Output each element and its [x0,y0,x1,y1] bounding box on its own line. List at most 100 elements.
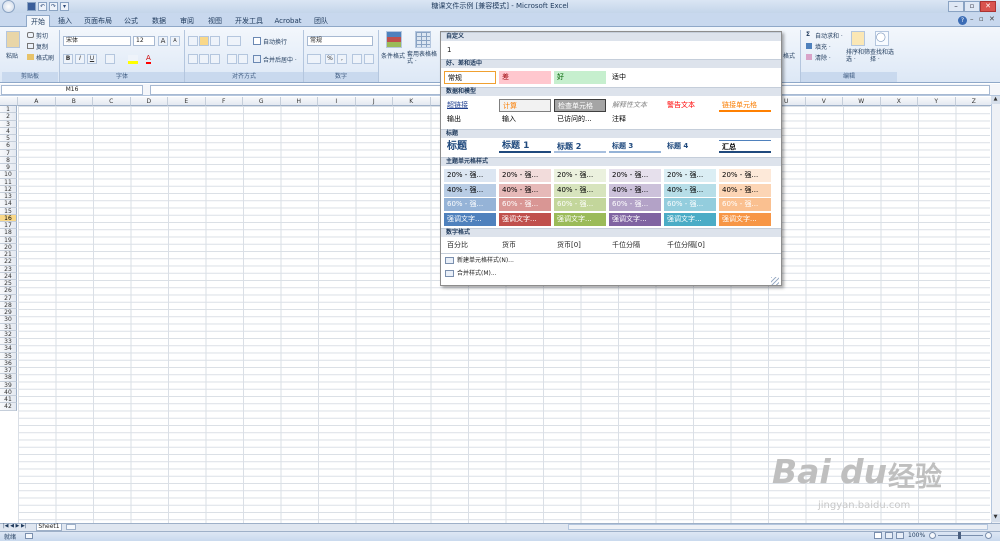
style-title-item[interactable]: 标题 3 [609,140,661,153]
style-theme-item[interactable]: 强调文字... [554,212,606,226]
column-header[interactable]: X [880,97,918,106]
style-title-item[interactable]: 标题 1 [499,140,551,153]
row-header[interactable]: 32 [0,330,17,338]
align-left-icon[interactable] [188,54,198,64]
row-header[interactable]: 19 [0,236,17,244]
tab-view[interactable]: 视图 [205,15,225,27]
number-format-combo[interactable]: 常规 [307,36,373,46]
row-header[interactable]: 30 [0,316,17,324]
horizontal-scrollbar[interactable] [568,524,988,530]
row-header[interactable]: 14 [0,200,17,208]
minimize-button[interactable]: – [948,1,964,12]
tab-data[interactable]: 数据 [149,15,169,27]
row-header[interactable]: 7 [0,149,17,157]
style-number-item[interactable]: 千位分隔[0] [664,239,716,252]
style-number-item[interactable]: 货币 [499,239,551,252]
row-header[interactable]: 11 [0,178,17,186]
shrink-font-button[interactable]: A [170,36,180,46]
scroll-down-arrow-icon[interactable]: ▼ [991,514,1000,522]
style-data-model-item[interactable]: 超链接 [444,99,496,112]
row-header[interactable]: 42 [0,403,17,411]
row-header[interactable]: 22 [0,258,17,266]
decrease-decimal-icon[interactable] [364,54,374,64]
new-cell-style-button[interactable]: 新建单元格样式(N)... [443,255,643,266]
style-title-item[interactable]: 标题 4 [664,140,716,153]
tab-page-layout[interactable]: 页面布局 [82,15,114,27]
row-header[interactable]: 4 [0,127,17,135]
insert-sheet-icon[interactable] [66,524,76,530]
style-theme-item[interactable]: 强调文字... [719,212,771,226]
column-header[interactable]: B [55,97,93,106]
style-number-item[interactable]: 千位分隔 [609,239,661,252]
style-theme-item[interactable]: 60% - 强... [664,198,716,211]
row-header[interactable]: 8 [0,156,17,164]
row-header[interactable]: 24 [0,272,17,280]
zoom-level[interactable]: 100% [908,532,925,539]
style-theme-item[interactable]: 20% - 强... [499,169,551,182]
row-header[interactable]: 26 [0,287,17,295]
style-theme-item[interactable]: 40% - 强... [609,183,661,197]
tab-acrobat[interactable]: Acrobat [272,15,304,27]
sort-filter-button[interactable]: 排序和筛选 · [846,49,870,63]
font-size-combo[interactable]: 12 [133,36,155,46]
style-data-model-item[interactable]: 已访问的... [554,113,606,126]
row-header[interactable]: 40 [0,388,17,396]
style-theme-item[interactable]: 60% - 强... [554,198,606,211]
row-header[interactable]: 39 [0,381,17,389]
orientation-icon[interactable] [227,36,241,46]
style-title-item[interactable]: 标题 [444,140,496,153]
column-header[interactable]: A [18,97,56,106]
row-header[interactable]: 15 [0,207,17,215]
zoom-in-icon[interactable] [985,532,992,539]
column-header[interactable]: D [130,97,168,106]
column-header[interactable]: E [168,97,206,106]
row-header[interactable]: 17 [0,222,17,230]
scroll-up-arrow-icon[interactable]: ▲ [991,96,1000,104]
comma-button[interactable]: , [337,54,347,64]
tab-formulas[interactable]: 公式 [121,15,141,27]
style-theme-item[interactable]: 60% - 强... [444,198,496,211]
row-header[interactable]: 28 [0,301,17,309]
find-select-icon[interactable] [875,31,889,46]
format-cells-button[interactable]: 格式 [783,51,795,60]
row-header[interactable]: 5 [0,135,17,143]
bold-button[interactable]: B [63,54,73,64]
row-header[interactable]: 27 [0,294,17,302]
style-theme-item[interactable]: 60% - 强... [719,198,771,211]
sheet-tab[interactable]: Sheet1 [36,523,62,531]
maximize-button[interactable]: ▫ [964,1,980,12]
page-break-view-icon[interactable] [896,532,904,539]
align-center-icon[interactable] [199,54,209,64]
style-theme-item[interactable]: 40% - 强... [719,183,771,197]
format-painter-button[interactable]: 格式刷 [36,53,54,62]
style-data-model-item[interactable]: 警告文本 [664,99,716,112]
column-header[interactable]: Y [918,97,956,106]
row-header[interactable]: 13 [0,193,17,201]
tab-team[interactable]: 团队 [311,15,331,27]
select-all-corner[interactable] [0,97,18,106]
style-good-bad-item[interactable]: 常规 [444,71,496,84]
conditional-format-button[interactable]: 条件格式 [381,51,405,60]
grow-font-button[interactable]: A [158,36,168,46]
page-layout-view-icon[interactable] [885,532,893,539]
row-header[interactable]: 34 [0,345,17,353]
style-data-model-item[interactable]: 注释 [609,113,661,126]
row-header[interactable]: 23 [0,265,17,273]
conditional-format-icon[interactable] [386,31,402,48]
column-header[interactable]: V [805,97,843,106]
style-theme-item[interactable]: 40% - 强... [664,183,716,197]
style-good-bad-item[interactable]: 适中 [609,71,661,84]
row-header[interactable]: 9 [0,164,17,172]
row-header[interactable]: 35 [0,352,17,360]
style-theme-item[interactable]: 20% - 强... [444,169,496,182]
cut-button[interactable]: 剪切 [36,31,48,40]
merge-styles-button[interactable]: 合并样式(M)... [443,268,643,279]
row-header[interactable]: 18 [0,229,17,237]
style-theme-item[interactable]: 20% - 强... [664,169,716,182]
style-data-model-item[interactable]: 计算 [499,99,551,112]
style-theme-item[interactable]: 20% - 强... [609,169,661,182]
italic-button[interactable]: I [75,54,85,64]
percent-button[interactable]: % [325,54,335,64]
row-header[interactable]: 29 [0,309,17,317]
help-icon[interactable]: ? [958,16,967,25]
